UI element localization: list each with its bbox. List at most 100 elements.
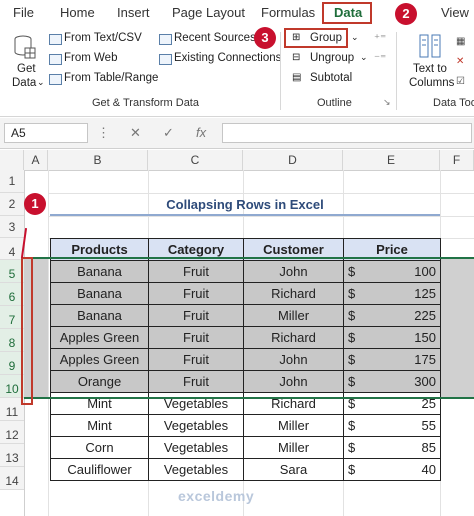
show-detail-icon[interactable]: ⁺⁼ [374,31,386,45]
tab-home[interactable]: Home [60,5,95,20]
dialog-launcher-icon[interactable]: ↘ [383,97,391,108]
existing-connections-button[interactable]: Existing Connections [174,52,281,64]
row-header-13[interactable]: 13 [0,444,24,467]
name-box[interactable]: A5 [4,123,88,143]
currency-symbol: $ [348,418,356,433]
cell-category[interactable]: Fruit [148,260,244,283]
data-tab-highlight [322,2,372,24]
cancel-icon[interactable]: ✕ [130,125,141,141]
group-icon: ⊞ [292,32,301,43]
flash-fill-icon[interactable]: ▦ [456,36,465,47]
column-header-F[interactable]: F [440,150,474,170]
cell-price[interactable]: $85 [343,436,441,459]
cell-category[interactable]: Vegetables [148,436,244,459]
from-table-range-button[interactable]: From Table/Range [64,72,158,84]
cell-customer[interactable]: Richard [243,282,344,305]
table-row: Banana Fruit John $100 [50,260,441,283]
tab-page-layout[interactable]: Page Layout [172,5,245,20]
tab-formulas[interactable]: Formulas [261,5,315,20]
cell-customer[interactable]: Miller [243,304,344,327]
cell-category[interactable]: Fruit [148,370,244,393]
cell-price[interactable]: $25 [343,392,441,415]
cell-customer[interactable]: Miller [243,436,344,459]
cell-price[interactable]: $125 [343,282,441,305]
group-button[interactable]: Group [310,32,342,44]
column-header-D[interactable]: D [243,150,343,170]
text-to-columns-label[interactable]: Text to [413,63,447,75]
cell-price[interactable]: $150 [343,326,441,349]
cell-product[interactable]: Mint [50,414,149,437]
select-all-corner[interactable] [0,150,24,170]
formula-input[interactable] [222,123,472,143]
from-text-csv-button[interactable]: From Text/CSV [64,32,142,44]
cell-product[interactable]: Banana [50,304,149,327]
cell-customer[interactable]: Sara [243,458,344,481]
cell-category[interactable]: Vegetables [148,458,244,481]
currency-symbol: $ [348,440,356,455]
remove-duplicates-icon[interactable]: ✕ [456,56,464,67]
cell-category[interactable]: Fruit [148,326,244,349]
currency-symbol: $ [348,286,356,301]
data-table: Products Category Customer Price Banana … [50,238,441,481]
insert-function-icon[interactable]: fx [196,125,206,140]
cell-product[interactable]: Orange [50,370,149,393]
price-value: 225 [414,308,436,323]
cell-customer[interactable]: Richard [243,326,344,349]
cell-price[interactable]: $300 [343,370,441,393]
cell-product[interactable]: Apples Green [50,326,149,349]
cell-product[interactable]: Corn [50,436,149,459]
row-header-1[interactable]: 1 [0,170,24,193]
watermark-logo: exceldemy [178,488,255,504]
row-header-14[interactable]: 14 [0,467,24,490]
price-value: 150 [414,330,436,345]
cell-price[interactable]: $100 [343,260,441,283]
cell-category[interactable]: Fruit [148,282,244,305]
cell-category[interactable]: Vegetables [148,414,244,437]
text-to-columns-label-2[interactable]: Columns [409,77,454,89]
column-header-B[interactable]: B [48,150,148,170]
row-header-12[interactable]: 12 [0,421,24,444]
ribbon-separator [396,32,397,110]
outline-bar-highlight [21,257,33,405]
column-header-C[interactable]: C [148,150,243,170]
cell-product[interactable]: Mint [50,392,149,415]
data-validation-icon[interactable]: ☑ [456,76,465,87]
cell-price[interactable]: $55 [343,414,441,437]
hide-detail-icon[interactable]: ⁻⁼ [374,51,386,65]
chevron-down-icon: ⌄ [351,32,359,42]
get-data-label-2[interactable]: Data [12,77,36,89]
table-row: Cauliflower Vegetables Sara $40 [50,458,441,481]
cell-customer[interactable]: John [243,348,344,371]
cell-customer[interactable]: John [243,370,344,393]
price-value: 300 [414,374,436,389]
cell-price[interactable]: $40 [343,458,441,481]
ungroup-button[interactable]: Ungroup [310,52,354,64]
cell-category[interactable]: Fruit [148,348,244,371]
sheet-title[interactable]: Collapsing Rows in Excel [50,194,440,216]
cell-price[interactable]: $175 [343,348,441,371]
cell-category[interactable]: Fruit [148,304,244,327]
cell-price[interactable]: $225 [343,304,441,327]
cell-customer[interactable]: John [243,260,344,283]
tab-file[interactable]: File [13,5,34,20]
text-to-columns-icon [419,34,441,60]
cell-product[interactable]: Banana [50,282,149,305]
from-web-button[interactable]: From Web [64,52,117,64]
enter-icon[interactable]: ✓ [163,125,174,141]
column-header-E[interactable]: E [343,150,440,170]
row-header-3[interactable]: 3 [0,216,24,238]
cell-product[interactable]: Banana [50,260,149,283]
tab-insert[interactable]: Insert [117,5,150,20]
recent-sources-button[interactable]: Recent Sources [174,32,256,44]
subtotal-button[interactable]: Subtotal [310,72,352,84]
cell-category[interactable]: Vegetables [148,392,244,415]
cell-product[interactable]: Apples Green [50,348,149,371]
tab-view[interactable]: View [441,5,469,20]
get-data-label[interactable]: Get [17,63,36,75]
row-header-2[interactable]: 2 [0,193,24,216]
cell-customer[interactable]: Miller [243,414,344,437]
column-header-A[interactable]: A [24,150,48,170]
cell-product[interactable]: Cauliflower [50,458,149,481]
cell-customer[interactable]: Richard [243,392,344,415]
text-csv-icon [49,34,62,45]
